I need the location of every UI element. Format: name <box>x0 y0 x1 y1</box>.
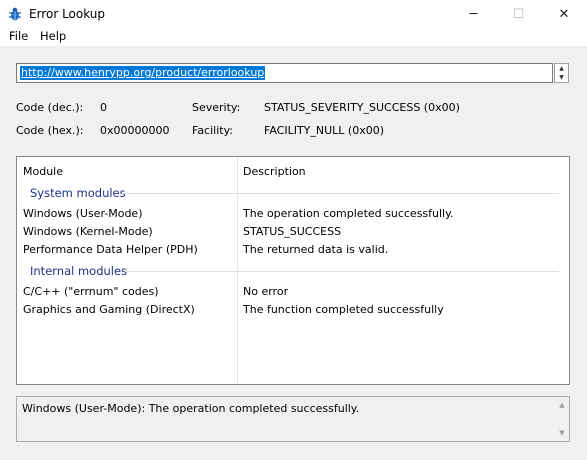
window-title: Error Lookup <box>29 7 106 21</box>
severity-value: STATUS_SEVERITY_SUCCESS (0x00) <box>264 101 460 114</box>
url-spinner[interactable]: ▲ ▼ <box>554 63 569 83</box>
code-hex-label: Code (hex.): <box>16 124 84 137</box>
facility-label: Facility: <box>192 124 234 137</box>
code-dec-value: 0 <box>100 101 107 114</box>
url-value[interactable]: http://www.henrypp.org/product/errorlook… <box>20 66 266 80</box>
cell-description: No error <box>243 285 289 298</box>
menu-file[interactable]: File <box>9 29 28 43</box>
menu-bar: File Help <box>0 28 587 46</box>
cell-description: The function completed successfully <box>243 303 444 316</box>
cell-description: The operation completed successfully. <box>243 207 454 220</box>
menu-help[interactable]: Help <box>40 29 66 43</box>
minimize-icon: ─ <box>469 6 478 22</box>
status-output[interactable]: Windows (User-Mode): The operation compl… <box>16 396 570 442</box>
column-header-description[interactable]: Description <box>243 165 306 178</box>
cell-module: Graphics and Gaming (DirectX) <box>23 303 195 316</box>
module-list[interactable]: Module Description System modules Window… <box>16 156 570 385</box>
cell-description: The returned data is valid. <box>243 243 389 256</box>
facility-value: FACILITY_NULL (0x00) <box>264 124 385 137</box>
maximize-button[interactable]: ☐ <box>496 0 541 28</box>
close-icon: ✕ <box>558 6 570 22</box>
maximize-icon: ☐ <box>512 6 525 22</box>
chevron-down-icon: ▼ <box>559 429 565 437</box>
scroll-down-button[interactable]: ▼ <box>555 426 569 440</box>
cell-module: Windows (User-Mode) <box>23 207 143 220</box>
url-input[interactable]: http://www.henrypp.org/product/errorlook… <box>16 63 553 83</box>
spin-up-button[interactable]: ▲ <box>555 64 568 73</box>
column-header-module[interactable]: Module <box>23 165 63 178</box>
cell-description: STATUS_SUCCESS <box>243 225 342 238</box>
chevron-up-icon: ▲ <box>559 401 565 409</box>
spin-down-button[interactable]: ▼ <box>555 73 568 82</box>
chevron-down-icon: ▼ <box>559 74 564 81</box>
bug-icon <box>9 7 21 21</box>
code-hex-value: 0x00000000 <box>100 124 170 137</box>
group-divider <box>122 193 559 194</box>
chevron-up-icon: ▲ <box>559 65 564 72</box>
cell-module: C/C++ ("errnum" codes) <box>23 285 159 298</box>
minimize-button[interactable]: ─ <box>451 0 496 28</box>
code-dec-label: Code (dec.): <box>16 101 84 114</box>
group-header-system[interactable]: System modules <box>30 186 126 200</box>
group-header-internal[interactable]: Internal modules <box>30 264 127 278</box>
close-button[interactable]: ✕ <box>541 0 587 28</box>
severity-label: Severity: <box>192 101 241 114</box>
group-divider <box>125 271 559 272</box>
status-text: Windows (User-Mode): The operation compl… <box>22 402 360 415</box>
status-scrollbar[interactable]: ▲ ▼ <box>555 398 569 440</box>
cell-module: Windows (Kernel-Mode) <box>23 225 153 238</box>
scroll-up-button[interactable]: ▲ <box>555 398 569 412</box>
cell-module: Performance Data Helper (PDH) <box>23 243 198 256</box>
title-bar: Error Lookup ─ ☐ ✕ <box>0 0 587 28</box>
